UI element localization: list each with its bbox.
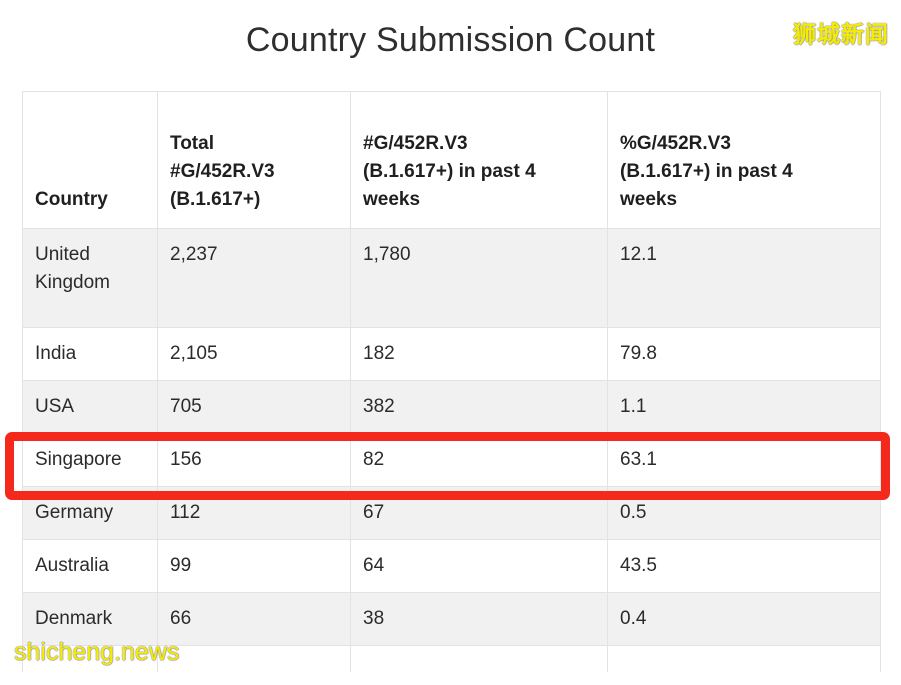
screenshot-root: Country Submission Count Country Total #G…	[0, 0, 901, 685]
table-row: Singapore 156 82 63.1	[22, 433, 881, 487]
cell-pct-4w: 0.4	[607, 592, 881, 646]
column-header-pct-4w: %G/452R.V3 (B.1.617+) in past 4 weeks	[607, 91, 881, 229]
cell-country: Singapore	[22, 433, 158, 487]
table-header-row: Country Total #G/452R.V3 (B.1.617+) #G/452…	[22, 91, 881, 229]
cell-total: 112	[157, 486, 351, 540]
cell-country: United Kingdom	[22, 228, 158, 328]
cell-count-4w: 182	[350, 327, 608, 381]
cell-pct-4w: 1.1	[607, 380, 881, 434]
cell-count-4w: 82	[350, 433, 608, 487]
cell-country: Australia	[22, 539, 158, 593]
table-row: Germany 112 67 0.5	[22, 486, 881, 540]
cell-country: USA	[22, 380, 158, 434]
table-body: United Kingdom 2,237 1,780 12.1 India 2,105 18…	[22, 228, 881, 672]
header-line: weeks	[363, 189, 421, 210]
column-header-total: Total #G/452R.V3 (B.1.617+)	[157, 91, 351, 229]
country-table-container: Country Total #G/452R.V3 (B.1.617+) #G/452…	[22, 91, 881, 672]
cell-pct-4w: 0.5	[607, 486, 881, 540]
cell-total: 2,237	[157, 228, 351, 328]
cell-count-4w: 67	[350, 486, 608, 540]
cell-total: 99	[157, 539, 351, 593]
cell-total: 2,105	[157, 327, 351, 381]
column-header-count-4w: #G/452R.V3 (B.1.617+) in past 4 weeks	[350, 91, 608, 229]
table-row: India 2,105 182 79.8	[22, 327, 881, 381]
cell-count-4w: 1,780	[350, 228, 608, 328]
cell-country: India	[22, 327, 158, 381]
header-line: (B.1.617+) in past 4	[620, 161, 793, 182]
cell-pct-4w: 12.1	[607, 228, 881, 328]
cell-pct-4w: 63.1	[607, 433, 881, 487]
header-line: (B.1.617+)	[170, 189, 261, 210]
cell-total: 705	[157, 380, 351, 434]
cell-pct-4w: 43.5	[607, 539, 881, 593]
cell-partial	[607, 645, 881, 672]
cell-total: 66	[157, 592, 351, 646]
cell-country: Germany	[22, 486, 158, 540]
cell-count-4w: 382	[350, 380, 608, 434]
table-row: USA 705 382 1.1	[22, 380, 881, 434]
header-line: weeks	[620, 189, 678, 210]
watermark-top-right: 狮城新闻	[793, 21, 889, 47]
header-line: %G/452R.V3	[620, 133, 731, 154]
table-row: United Kingdom 2,237 1,780 12.1	[22, 228, 881, 328]
header-line: #G/452R.V3	[363, 133, 468, 154]
country-submission-table: Country Total #G/452R.V3 (B.1.617+) #G/452…	[22, 91, 881, 672]
watermark-bottom-left: shicheng.news	[14, 638, 180, 666]
table-header: Country Total #G/452R.V3 (B.1.617+) #G/452…	[22, 91, 881, 229]
header-line: (B.1.617+) in past 4	[363, 161, 536, 182]
header-line: Total	[170, 133, 214, 154]
cell-pct-4w: 79.8	[607, 327, 881, 381]
cell-count-4w: 38	[350, 592, 608, 646]
header-line: Country	[35, 189, 108, 210]
header-line: #G/452R.V3	[170, 161, 275, 182]
cell-partial	[350, 645, 608, 672]
cell-total: 156	[157, 433, 351, 487]
cell-partial	[157, 645, 351, 672]
table-row: Australia 99 64 43.5	[22, 539, 881, 593]
cell-count-4w: 64	[350, 539, 608, 593]
column-header-country: Country	[22, 91, 158, 229]
page-title: Country Submission Count	[245, 21, 656, 59]
